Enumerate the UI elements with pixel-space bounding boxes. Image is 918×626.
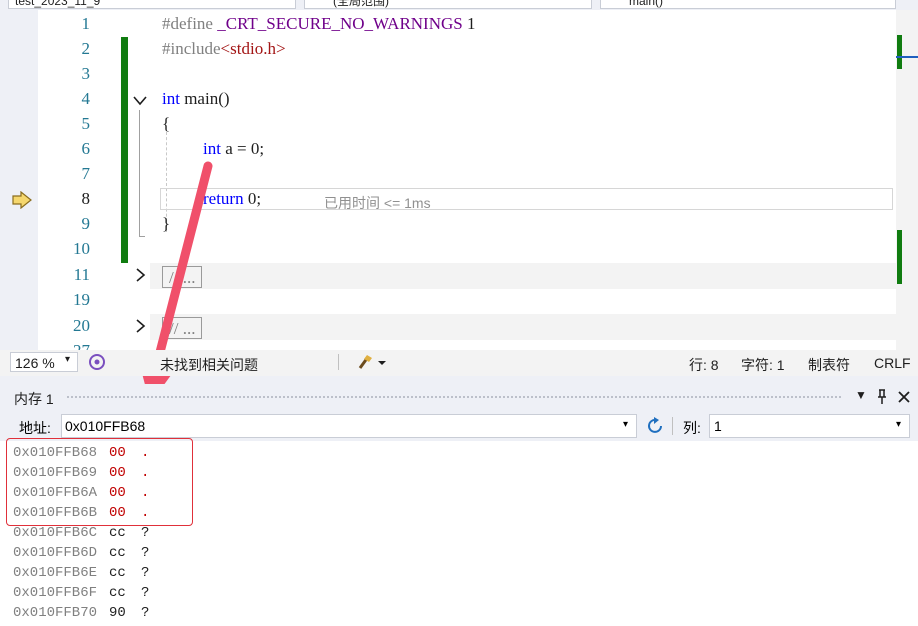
address-input[interactable]: 0x010FFB68 ▾ (61, 414, 637, 438)
current-statement-arrow-icon (12, 191, 32, 209)
chevron-down-icon: ▾ (65, 354, 71, 365)
line-number: 9 (81, 214, 91, 233)
address-value: 0x010FFB68 (65, 418, 146, 434)
code-line-2: #include<stdio.h> (162, 39, 286, 58)
project-dropdown[interactable]: test_2023_11_9 (8, 0, 296, 9)
code-line-4: int main() (162, 89, 230, 108)
memory-row: 0x010FFB6F cc? (13, 585, 150, 601)
editor-status-bar: 126 % ▾ 未找到相关问题 行: 8 字符: 1 制表符 CRLF (0, 350, 918, 376)
memory-row: 0x010FFB6E cc? (13, 565, 150, 581)
char-indicator[interactable]: 字符: 1 (741, 355, 785, 375)
code-line-1: #define _CRT_SECURE_NO_WARNINGS 1 (162, 14, 476, 33)
titlebar-grip[interactable] (66, 395, 842, 400)
close-icon[interactable] (897, 390, 911, 404)
scrollbar-change-marker (897, 35, 902, 69)
line-number: 5 (81, 114, 91, 133)
issues-status[interactable]: 未找到相关问题 (160, 355, 258, 375)
reevaluate-icon[interactable] (645, 416, 665, 436)
line-indicator[interactable]: 行: 8 (689, 355, 719, 375)
status-divider (338, 354, 339, 370)
line-number: 11 (73, 265, 90, 284)
collapsed-region-bg (150, 314, 896, 340)
zoom-dropdown[interactable]: 126 % ▾ (10, 352, 78, 372)
function-dropdown-label: main() (629, 0, 664, 8)
column-dropdown[interactable]: 1 ▾ (709, 414, 910, 438)
line-number: 10 (73, 239, 90, 258)
line-number: 20 (73, 316, 90, 335)
line-number: 4 (81, 89, 91, 108)
column-label: 列: (683, 420, 701, 436)
navigation-bar: test_2023_11_9 (全局范围) main() (0, 0, 918, 10)
line-ending[interactable]: CRLF (874, 355, 911, 371)
tab-mode[interactable]: 制表符 (808, 355, 850, 375)
project-dropdown-label: test_2023_11_9 (15, 0, 101, 8)
code-cleanup-icon[interactable] (357, 353, 387, 371)
copilot-icon[interactable] (88, 353, 106, 371)
scope-dropdown-label: (全局范围) (333, 0, 389, 8)
line-number: 6 (81, 139, 91, 158)
collapsed-region-bg (150, 263, 896, 289)
current-line-highlight (160, 188, 893, 210)
line-number: 2 (81, 39, 91, 58)
address-label: 地址: (19, 420, 51, 436)
memory-window-titlebar: 内存 1 ▼ (0, 384, 918, 410)
memory-toolbar: 地址: 0x010FFB68 ▾ 列: 1 ▾ (0, 411, 918, 441)
memory-row: 0x010FFB6C cc? (13, 525, 150, 541)
toolbar-divider (672, 417, 673, 435)
line-number: 27 (38, 341, 90, 350)
memory-row: 0x010FFB70 90? (13, 605, 150, 621)
scrollbar-position-marker (896, 56, 918, 58)
line-number: 3 (81, 64, 91, 83)
scope-dropdown[interactable]: (全局范围) (304, 0, 592, 9)
line-number: 1 (81, 14, 91, 33)
zoom-value: 126 % (15, 355, 55, 371)
annotation-highlight-box (6, 438, 193, 526)
function-dropdown[interactable]: main() (600, 0, 896, 9)
chevron-down-icon: ▾ (896, 419, 902, 430)
pin-icon[interactable] (876, 389, 888, 405)
memory-row: 0x010FFB6D cc? (13, 545, 150, 561)
memory-window-title: 内存 1 (14, 391, 54, 407)
code-line-6: int a = 0; (203, 139, 265, 158)
elapsed-time-hint: 已用时间 <= 1ms (324, 195, 431, 211)
indicator-margin[interactable] (0, 10, 38, 350)
scrollbar-change-marker (897, 230, 902, 284)
window-menu-chevron-icon[interactable]: ▼ (855, 388, 867, 402)
column-value: 1 (714, 418, 722, 434)
code-line-5: { (162, 114, 171, 133)
line-number: 19 (73, 290, 90, 309)
line-number: 8 (81, 189, 91, 208)
collapse-chevron-icon[interactable] (133, 95, 147, 107)
line-number: 7 (81, 164, 91, 183)
chevron-down-icon[interactable]: ▾ (623, 419, 628, 430)
vertical-scrollbar[interactable] (896, 10, 918, 350)
